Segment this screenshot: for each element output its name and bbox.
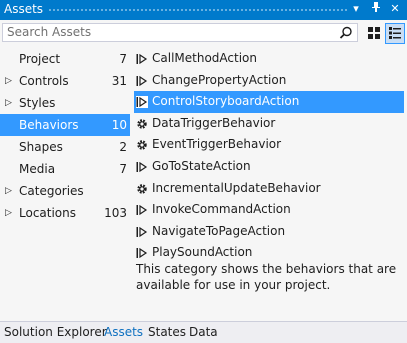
- search-placeholder: Search Assets: [7, 25, 92, 39]
- gear-icon: [137, 183, 147, 194]
- category-count: 7: [119, 52, 127, 66]
- category-item-locations[interactable]: ▷ Locations 103: [0, 202, 130, 224]
- behavior-item-selected[interactable]: ControlStoryboardAction: [134, 91, 404, 113]
- category-label: Locations: [19, 206, 77, 220]
- category-item-behaviors[interactable]: Behaviors 10: [0, 114, 130, 136]
- category-item-controls[interactable]: ▷ Controls 31: [0, 70, 130, 92]
- close-icon[interactable]: ✕: [387, 1, 403, 17]
- tab-assets[interactable]: Assets: [98, 321, 149, 343]
- behavior-item[interactable]: CallMethodAction: [134, 48, 404, 70]
- category-item-categories[interactable]: ▷ Categories: [0, 180, 130, 202]
- panel-title-bar[interactable]: Assets ▾ ✕: [0, 0, 407, 20]
- action-icon: [136, 248, 148, 259]
- category-label: Styles: [19, 96, 56, 110]
- behavior-item[interactable]: ChangePropertyAction: [134, 70, 404, 92]
- behavior-item[interactable]: InvokeCommandAction: [134, 199, 404, 221]
- category-count: 2: [119, 140, 127, 154]
- category-count: 10: [111, 118, 127, 132]
- expand-arrow-icon[interactable]: ▷: [5, 202, 12, 224]
- category-description: This category shows the behaviors that a…: [136, 262, 397, 292]
- behavior-item[interactable]: GoToStateAction: [134, 156, 404, 178]
- behavior-label: IncrementalUpdateBehavior: [152, 180, 321, 195]
- tab-data[interactable]: Data: [189, 325, 218, 339]
- search-input[interactable]: Search Assets: [2, 23, 358, 42]
- drag-grip[interactable]: [48, 8, 349, 13]
- category-label: Shapes: [19, 140, 63, 154]
- category-count: 7: [119, 162, 127, 176]
- grid-view-icon: [368, 27, 380, 39]
- tab-states[interactable]: States: [148, 325, 186, 339]
- behavior-label: DataTriggerBehavior: [152, 115, 276, 130]
- action-icon: [136, 75, 148, 86]
- behavior-label: ControlStoryboardAction: [152, 94, 300, 109]
- behavior-label: NavigateToPageAction: [152, 223, 286, 238]
- behavior-item[interactable]: DataTriggerBehavior: [134, 113, 404, 135]
- category-label: Controls: [19, 74, 69, 88]
- gear-icon: [137, 119, 147, 129]
- tab-solution-explorer[interactable]: Solution Explorer: [4, 325, 107, 339]
- action-icon: [136, 161, 148, 173]
- bottom-tab-bar: Solution Explorer Assets States Data: [0, 321, 407, 343]
- dropdown-icon[interactable]: ▾: [348, 1, 364, 17]
- category-count: 31: [111, 74, 127, 88]
- behavior-list: CallMethodAction ChangePropertyAction Co…: [134, 48, 404, 264]
- behavior-label: EventTriggerBehavior: [152, 137, 282, 152]
- category-item-shapes[interactable]: Shapes 2: [0, 136, 130, 158]
- category-label: Categories: [19, 184, 84, 198]
- category-item-project[interactable]: Project 7: [0, 48, 130, 70]
- action-icon: [136, 53, 148, 65]
- behavior-item[interactable]: NavigateToPageAction: [134, 221, 404, 243]
- category-label: Project: [19, 52, 61, 66]
- behavior-label: GoToStateAction: [152, 158, 251, 173]
- gear-icon: [137, 140, 147, 151]
- category-item-styles[interactable]: ▷ Styles: [0, 92, 130, 114]
- action-icon: [136, 226, 148, 237]
- category-label: Media: [19, 162, 56, 176]
- category-item-media[interactable]: Media 7: [0, 158, 130, 180]
- behavior-label: CallMethodAction: [152, 51, 257, 65]
- category-label: Behaviors: [19, 118, 79, 132]
- behavior-label: ChangePropertyAction: [152, 72, 287, 87]
- search-icon[interactable]: [339, 26, 353, 40]
- list-view-button[interactable]: [385, 23, 405, 44]
- list-view-icon: [389, 27, 401, 39]
- behavior-label: InvokeCommandAction: [152, 202, 291, 217]
- behavior-item[interactable]: EventTriggerBehavior: [134, 134, 404, 156]
- expand-arrow-icon[interactable]: ▷: [5, 92, 12, 114]
- category-list: Project 7 ▷ Controls 31 ▷ Styles Behavio…: [0, 48, 130, 224]
- expand-arrow-icon[interactable]: ▷: [5, 70, 12, 92]
- pin-icon[interactable]: [368, 1, 384, 17]
- behavior-item[interactable]: IncrementalUpdateBehavior: [134, 178, 404, 200]
- expand-arrow-icon[interactable]: ▷: [5, 180, 12, 202]
- action-icon: [136, 205, 148, 216]
- category-count: 103: [104, 206, 127, 220]
- panel-title: Assets: [4, 2, 44, 16]
- grid-view-button[interactable]: [364, 23, 384, 44]
- action-icon: [136, 96, 148, 109]
